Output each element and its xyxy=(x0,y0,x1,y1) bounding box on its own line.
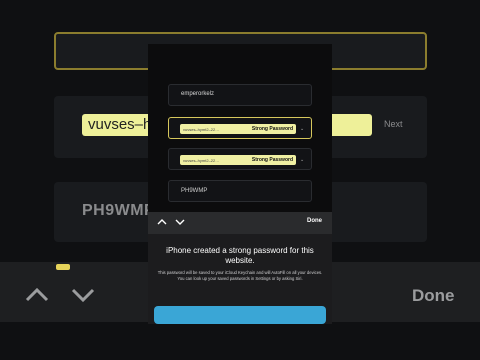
keyboard-toolbar: Done xyxy=(148,212,332,234)
password-options-chevron-icon[interactable]: ⌄ xyxy=(300,126,304,132)
confirm-strong-password-tag: Strong Password xyxy=(251,157,293,163)
sheet-description: This password will be saved to your iClo… xyxy=(157,270,323,281)
strong-password-sheet: iPhone created a strong password for thi… xyxy=(148,234,332,324)
background-chevron-up-icon xyxy=(25,287,49,302)
background-chevron-down-icon xyxy=(71,288,95,303)
background-chevron-label: Next xyxy=(384,119,403,129)
confirm-password-field[interactable]: vuvses–hymt2–22… Strong Password ⌄ xyxy=(168,148,312,170)
password-field[interactable]: vuvses–hymt2–22… Strong Password ⌄ xyxy=(168,117,312,139)
confirm-options-chevron-icon[interactable]: ⌄ xyxy=(300,157,304,163)
password-value: vuvses–hymt2–22… xyxy=(183,126,220,132)
username-value: emperorkelz xyxy=(181,91,215,97)
background-done-label: Done xyxy=(412,286,455,305)
background-code-text: PH9WMP xyxy=(82,202,156,219)
code-field[interactable]: PH9WMP xyxy=(168,180,312,202)
strong-password-tag: Strong Password xyxy=(251,126,293,132)
confirm-autofill-chip[interactable]: vuvses–hymt2–22… Strong Password xyxy=(180,155,296,165)
phone-screen: emperorkelz vuvses–hymt2–22… Strong Pass… xyxy=(148,44,332,324)
use-strong-password-button[interactable] xyxy=(154,306,326,324)
password-autofill-chip[interactable]: vuvses–hymt2–22… Strong Password xyxy=(180,124,296,134)
username-field[interactable]: emperorkelz xyxy=(168,84,312,106)
chevron-down-icon[interactable] xyxy=(174,216,186,228)
background-accent-mark xyxy=(56,264,70,270)
confirm-password-value: vuvses–hymt2–22… xyxy=(183,157,220,163)
code-value: PH9WMP xyxy=(181,188,208,194)
chevron-up-icon[interactable] xyxy=(156,216,168,228)
done-button[interactable]: Done xyxy=(307,218,322,224)
sheet-title: iPhone created a strong password for thi… xyxy=(166,246,314,265)
